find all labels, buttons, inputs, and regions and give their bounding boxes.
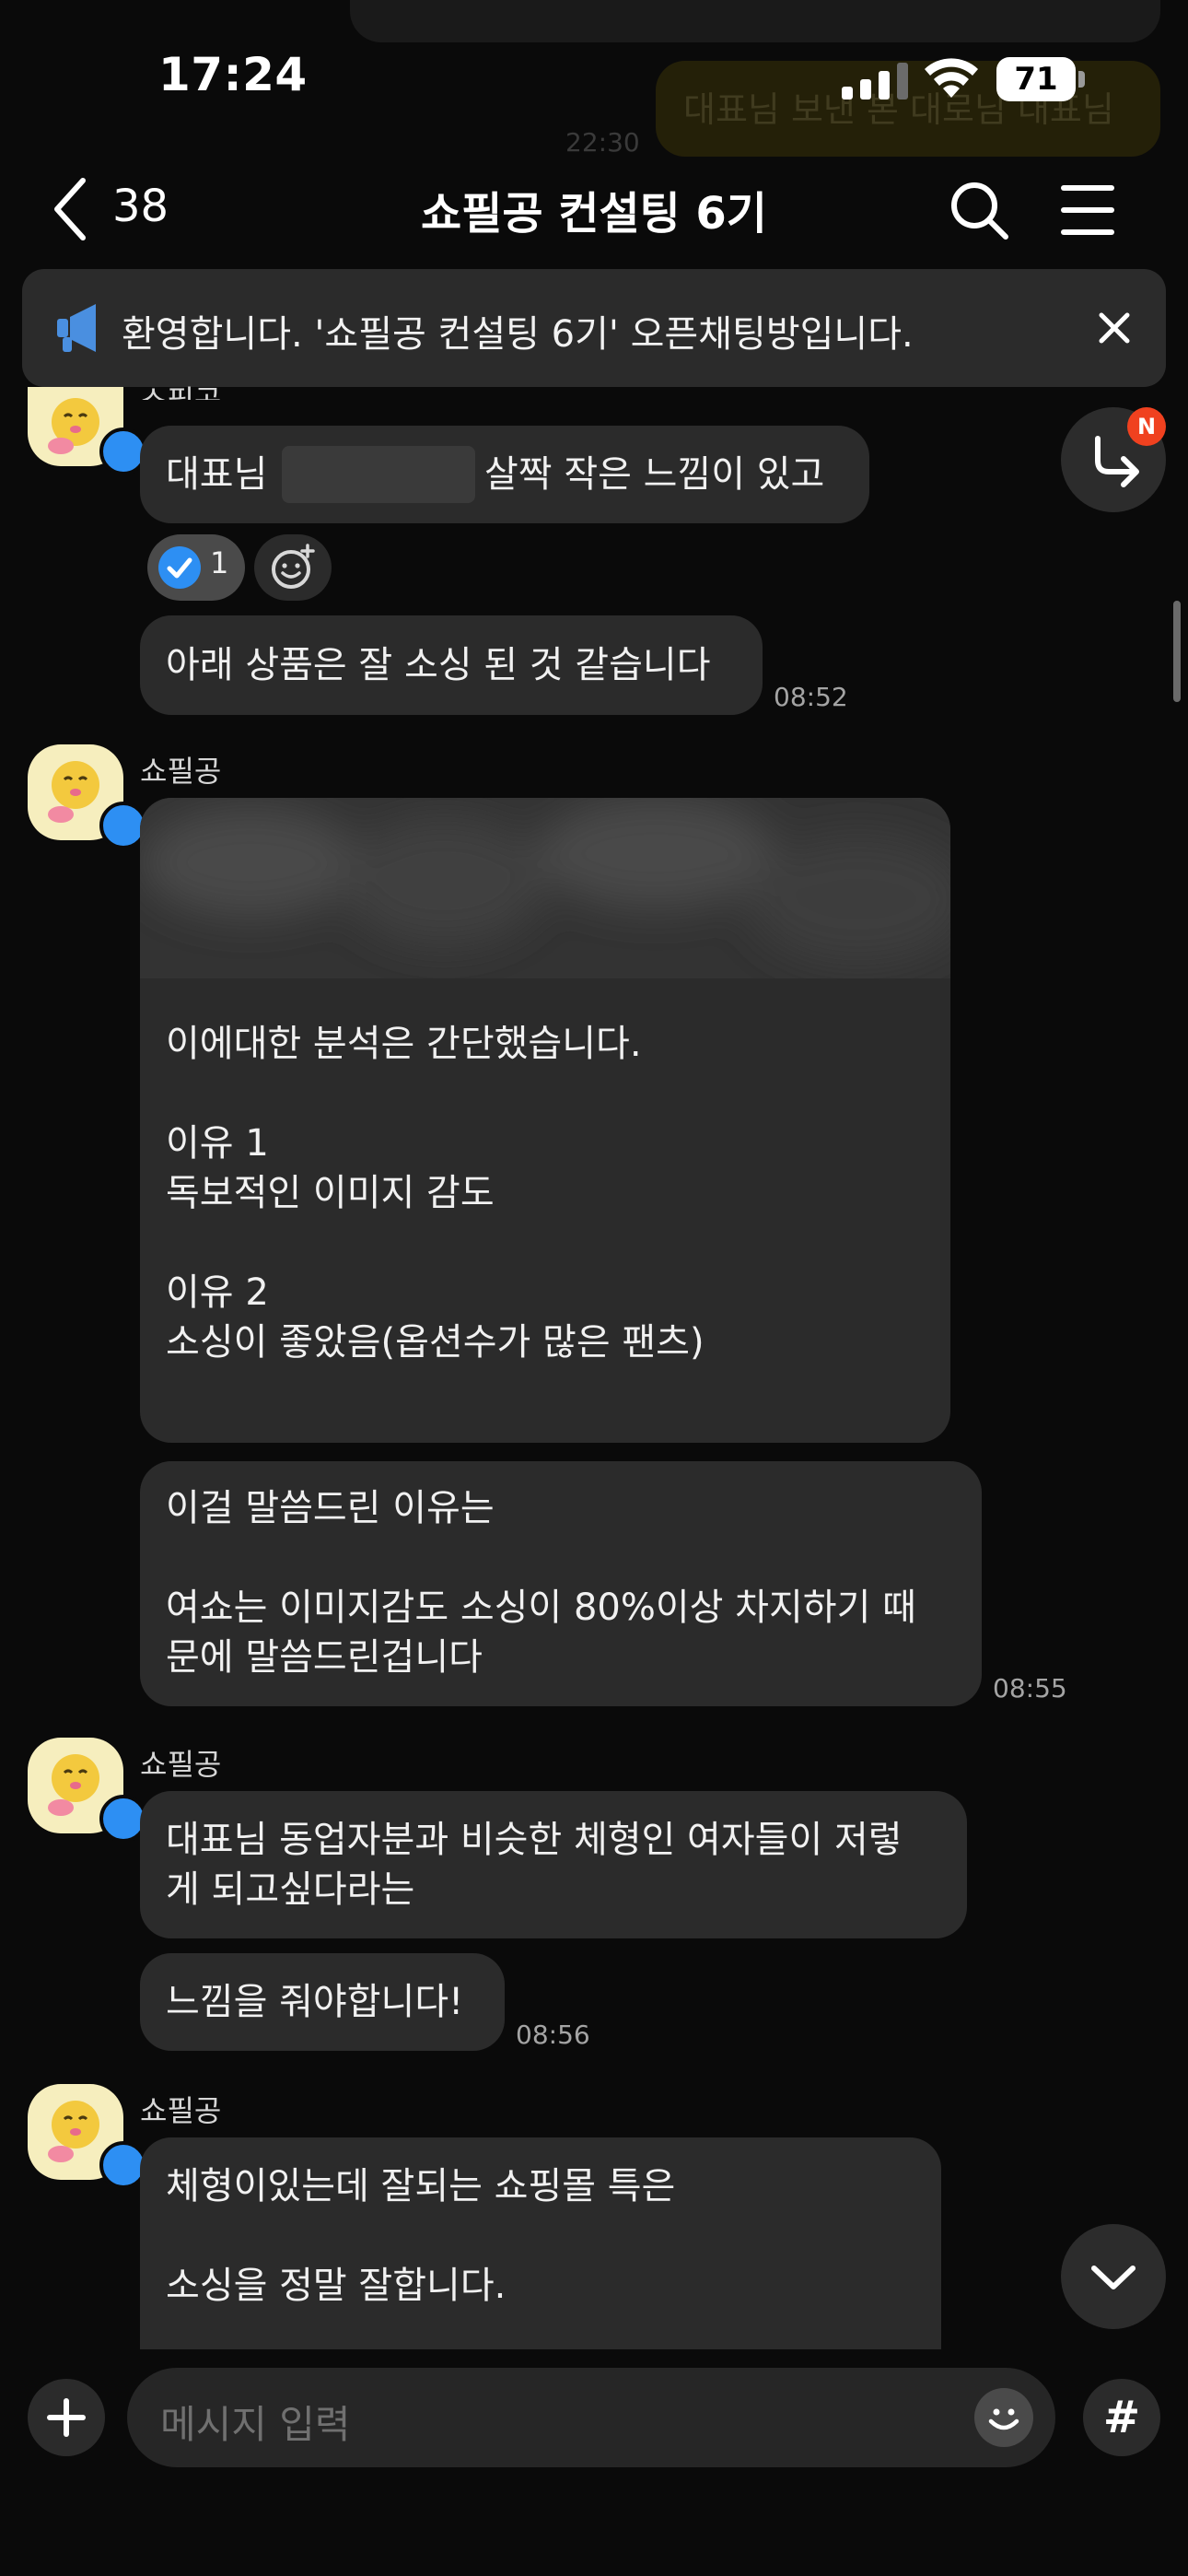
message-text: 대표님 동업자분과 비슷한 체형인 여자들이 저렇 게 되고싶다라는	[166, 1819, 903, 1911]
add-emoji-icon	[272, 544, 315, 589]
wifi-icon	[925, 58, 978, 98]
sender-name: 쇼필공	[140, 2093, 222, 2128]
scroll-to-bottom-button[interactable]	[1061, 2224, 1166, 2329]
message-text: 이걸 말씀드린 이유는 여쇼는 이미지감도 소싱이 80%이상 차지하기 때 문…	[166, 1487, 916, 1679]
close-icon[interactable]	[1096, 310, 1133, 346]
sender-name: 쇼필공	[140, 1747, 222, 1782]
attach-button[interactable]	[28, 2379, 105, 2456]
emoji-icon	[988, 2408, 1019, 2430]
message-bubble[interactable]: 대표님 살짝 작은 느낌이 있고	[140, 426, 869, 523]
notice-text: 환영합니다. '쇼필공 컨설팅 6기' 오픈채팅방입니다.	[122, 313, 914, 356]
message-bubble[interactable]: 이걸 말씀드린 이유는 여쇼는 이미지감도 소싱이 80%이상 차지하기 때 문…	[140, 1461, 982, 1706]
sender-name: 쇼필공	[140, 754, 222, 789]
reaction-pill[interactable]: 1	[147, 534, 245, 601]
background-residue-time: 22:30	[565, 127, 640, 158]
avatar[interactable]	[28, 387, 147, 475]
plus-icon	[47, 2398, 86, 2437]
menu-icon[interactable]	[1061, 182, 1114, 238]
check-icon	[158, 546, 201, 589]
message-text: 체형이있는데 잘되는 쇼핑몰 특은 소싱을 정말 잘합니다.	[166, 2165, 676, 2307]
message-text: 아래 상품은 잘 소싱 된 것 같습니다	[166, 644, 711, 686]
reaction-count: 1	[210, 545, 229, 580]
avatar[interactable]	[28, 2084, 147, 2189]
background-residue	[350, 0, 1160, 42]
chat-title: 쇼필공 컨설팅 6기	[421, 188, 767, 240]
message-time: 08:55	[993, 1673, 1067, 1704]
megaphone-icon	[57, 304, 96, 352]
message-text: 이에대한 분석은 간단했습니다. 이유 1 독보적인 이미지 감도 이유 2 소…	[166, 1023, 705, 1364]
avatar[interactable]	[28, 744, 147, 849]
chat-screen: 대표님 보낸 본 대로님 대표님 22:30 17:24 71 38 쇼필공 컨…	[0, 0, 1188, 2576]
blurred-image[interactable]	[140, 798, 950, 978]
sender-name: 쇼필공	[140, 378, 221, 400]
back-chevron-icon[interactable]	[48, 175, 94, 243]
message-bubble[interactable]: 아래 상품은 잘 소싱 된 것 같습니다	[140, 615, 763, 715]
message-input-placeholder: 메시지 입력	[160, 2402, 351, 2447]
avatar[interactable]	[28, 1738, 147, 1843]
chevron-down-icon	[1091, 2266, 1136, 2289]
cellular-signal-icon	[842, 63, 908, 100]
scrollbar[interactable]	[1173, 601, 1181, 702]
message-input[interactable]: 메시지 입력	[127, 2368, 1055, 2467]
message-text: 느낌을 줘야합니다!	[166, 1981, 464, 2023]
add-reaction-button[interactable]	[254, 534, 332, 601]
notice-banner[interactable]: 환영합니다. '쇼필공 컨설팅 6기' 오픈채팅방입니다.	[22, 269, 1166, 387]
search-icon[interactable]	[949, 180, 1009, 240]
battery-indicator: 71	[996, 57, 1085, 101]
message-time: 08:56	[516, 2020, 590, 2050]
status-time: 17:24	[158, 48, 308, 101]
message-time: 08:52	[774, 682, 848, 712]
message-bubble[interactable]: 대표님 동업자분과 비슷한 체형인 여자들이 저렇 게 되고싶다라는	[140, 1791, 967, 1938]
new-badge: N	[1127, 407, 1166, 446]
message-text: 살짝 작은 느낌이 있고	[484, 453, 825, 496]
message-text: 대표님	[166, 453, 268, 496]
unread-count[interactable]: 38	[112, 181, 169, 232]
emoji-button[interactable]	[974, 2388, 1033, 2447]
message-bubble[interactable]: 느낌을 줘야합니다!	[140, 1953, 505, 2051]
blurred-content	[282, 446, 475, 503]
hashtag-button[interactable]: #	[1083, 2379, 1160, 2456]
image-card-message[interactable]: 이에대한 분석은 간단했습니다. 이유 1 독보적인 이미지 감도 이유 2 소…	[140, 798, 950, 1443]
battery-level: 71	[1014, 61, 1058, 98]
